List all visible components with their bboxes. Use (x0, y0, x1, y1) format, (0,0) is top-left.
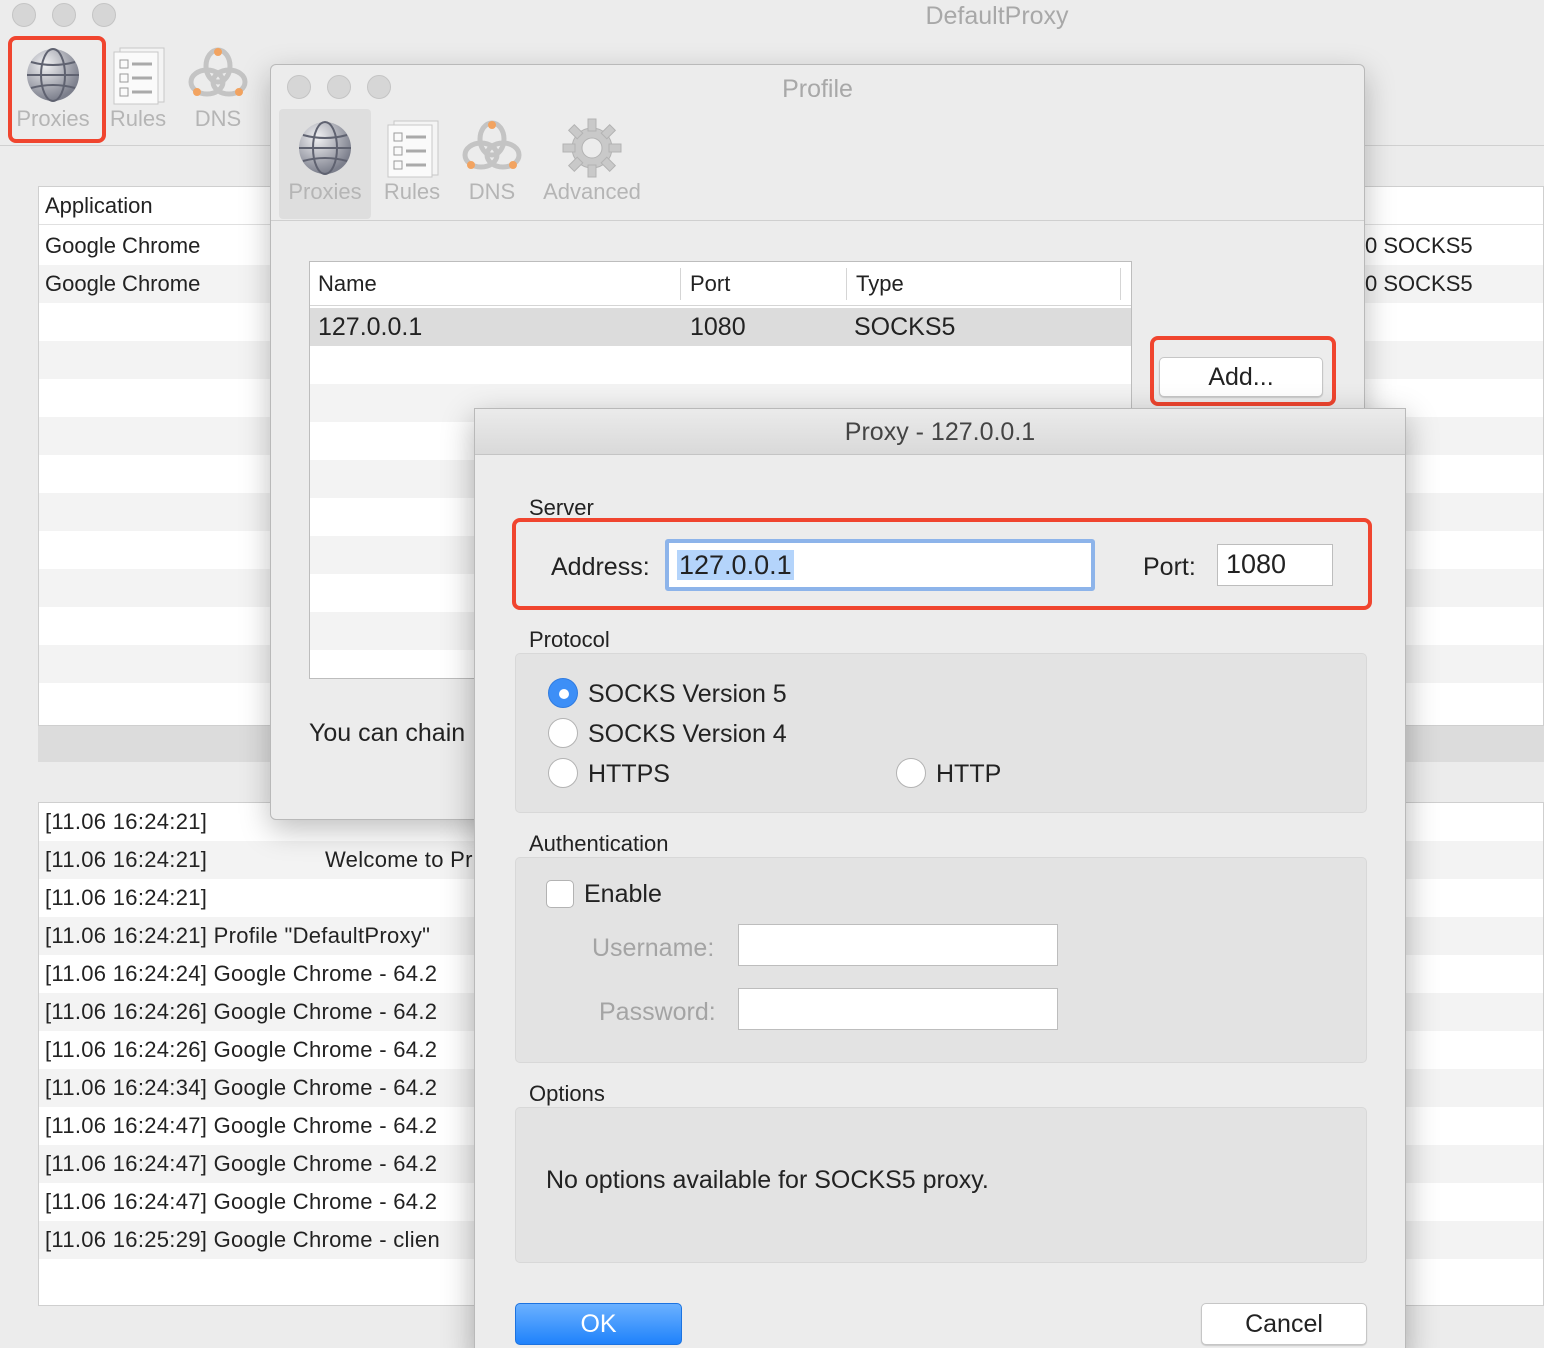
profile-title: Profile (782, 75, 853, 103)
checklist-icon (113, 47, 165, 105)
authentication-section-label: Authentication (529, 831, 669, 856)
proxy-type: SOCKS5 (854, 313, 956, 341)
radio-https-label[interactable]: HTTPS (588, 760, 670, 789)
username-input[interactable] (738, 924, 1058, 966)
radio-https[interactable] (548, 758, 578, 788)
cancel-button[interactable]: Cancel (1201, 1303, 1367, 1345)
proxy-table-header: Name Port Type (310, 262, 1131, 306)
profile-toolbar-rules[interactable]: Rules (379, 117, 445, 205)
column-header-type[interactable]: Type (848, 262, 904, 306)
dns-network-icon (188, 47, 248, 97)
dialog-title: Proxy - 127.0.0.1 (475, 409, 1405, 455)
profile-toolbar-advanced[interactable]: Advanced (539, 117, 645, 205)
chain-info-text: You can chain (309, 719, 466, 747)
enable-auth-checkbox[interactable] (546, 880, 574, 908)
toolbar-dns[interactable]: DNS (186, 44, 250, 132)
app-row-fragment: 0 SOCKS5 (1365, 271, 1473, 296)
server-highlight-box (512, 518, 1372, 610)
proxies-highlight-box (8, 36, 106, 143)
column-header-port[interactable]: Port (682, 262, 730, 306)
profile-toolbar-rules-label: Rules (383, 179, 441, 204)
radio-socks5-label[interactable]: SOCKS Version 5 (588, 680, 787, 709)
globe-icon (299, 121, 351, 175)
profile-toolbar-advanced-label: Advanced (543, 179, 641, 204)
proxy-name: 127.0.0.1 (318, 313, 423, 341)
gear-icon (562, 118, 622, 178)
authentication-group: Enable Username: Password: (515, 857, 1367, 1063)
password-label: Password: (599, 998, 716, 1026)
radio-socks4[interactable] (548, 718, 578, 748)
radio-socks4-label[interactable]: SOCKS Version 4 (588, 720, 787, 749)
protocol-group: SOCKS Version 5 SOCKS Version 4 HTTPS HT… (515, 653, 1367, 813)
toolbar-rules-label: Rules (109, 106, 167, 131)
radio-socks5[interactable] (548, 678, 578, 708)
radio-http-label[interactable]: HTTP (936, 760, 1001, 789)
profile-toolbar-dns-label: DNS (468, 179, 516, 204)
password-input[interactable] (738, 988, 1058, 1030)
app-name: Google Chrome (45, 271, 201, 296)
profile-toolbar: Profile Proxies Rules DNS Advanced (271, 65, 1364, 221)
window-title: DefaultProxy (925, 2, 1069, 30)
toolbar-dns-label: DNS (194, 106, 242, 131)
table-row[interactable]: 127.0.0.1 1080 SOCKS5 (310, 308, 1131, 346)
radio-http[interactable] (896, 758, 926, 788)
app-row-fragment: 0 SOCKS5 (1365, 233, 1473, 258)
username-label: Username: (592, 934, 715, 962)
checklist-icon (387, 120, 439, 178)
proxy-port: 1080 (690, 313, 746, 341)
options-section-label: Options (529, 1081, 605, 1106)
profile-toolbar-dns[interactable]: DNS (459, 117, 525, 205)
profile-toolbar-proxies-label: Proxies (288, 179, 362, 204)
app-name: Google Chrome (45, 233, 201, 258)
enable-auth-label[interactable]: Enable (584, 880, 662, 909)
profile-toolbar-proxies[interactable]: Proxies (283, 117, 367, 205)
dns-network-icon (462, 120, 522, 170)
welcome-message: Welcome to Pr (325, 847, 473, 872)
add-button-highlight-box (1150, 336, 1336, 406)
column-header-name[interactable]: Name (310, 262, 377, 306)
options-message: No options available for SOCKS5 proxy. (546, 1166, 989, 1194)
ok-button[interactable]: OK (515, 1303, 682, 1345)
protocol-section-label: Protocol (529, 627, 610, 652)
toolbar-rules[interactable]: Rules (106, 44, 170, 132)
options-group: No options available for SOCKS5 proxy. (515, 1107, 1367, 1263)
